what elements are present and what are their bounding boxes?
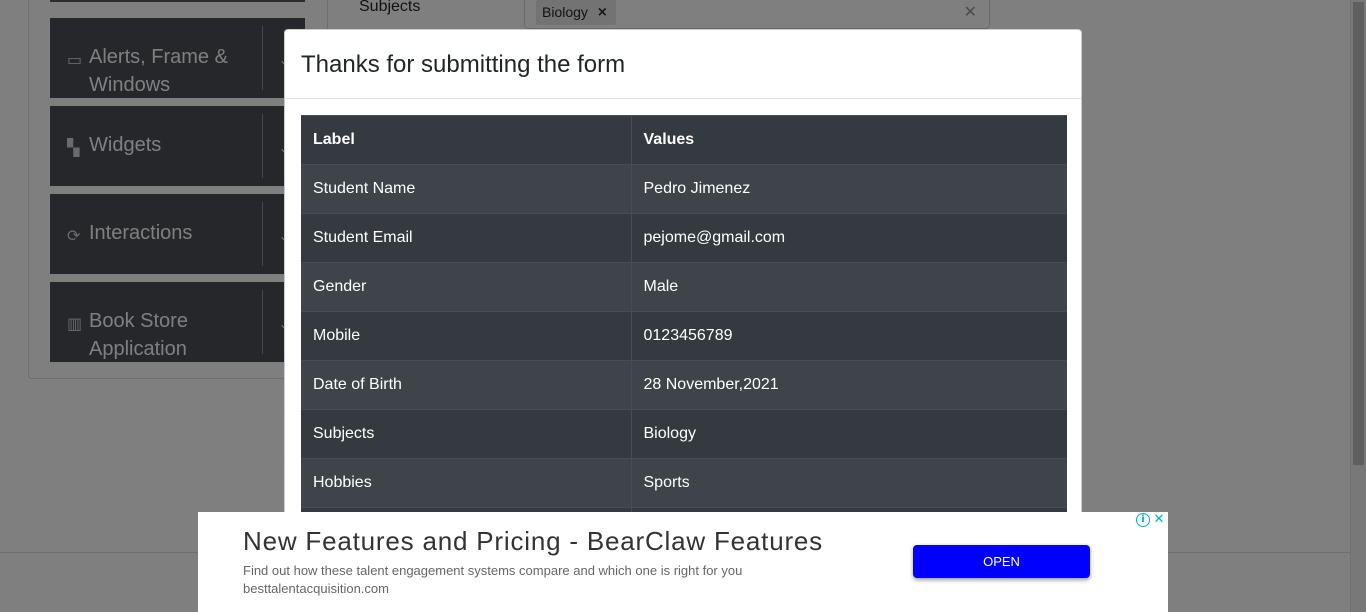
row-label: Student Name [301, 164, 632, 214]
row-label: Hobbies [301, 458, 632, 508]
ad-title[interactable]: New Features and Pricing - BearClaw Feat… [243, 526, 823, 557]
table-row: Mobile 0123456789 [301, 311, 1067, 361]
row-value: Biology [631, 409, 1067, 459]
row-value: 0123456789 [631, 311, 1067, 361]
modal-title: Thanks for submitting the form [301, 51, 626, 78]
row-value: Male [631, 262, 1067, 312]
modal-header: Thanks for submitting the form [285, 30, 1081, 99]
header-values: Values [631, 115, 1067, 165]
table-row: Student Name Pedro Jimenez [301, 164, 1067, 214]
ad-description: Find out how these talent engagement sys… [243, 563, 743, 578]
table-row: Subjects Biology [301, 409, 1067, 459]
row-label: Mobile [301, 311, 632, 361]
ad-open-button[interactable]: OPEN [913, 545, 1090, 578]
table-header-row: Label Values [301, 115, 1067, 165]
row-value: Sports [631, 458, 1067, 508]
header-label: Label [301, 115, 632, 165]
close-icon[interactable]: ✕ [1151, 512, 1167, 528]
row-value: pejome@gmail.com [631, 213, 1067, 263]
row-label: Gender [301, 262, 632, 312]
info-icon[interactable]: i [1136, 513, 1150, 527]
row-label: Student Email [301, 213, 632, 263]
modal-body: Label Values Student Name Pedro Jimenez … [301, 115, 1067, 557]
row-label: Subjects [301, 409, 632, 459]
ad-url[interactable]: besttalentacquisition.com [243, 581, 389, 596]
table-row: Date of Birth 28 November,2021 [301, 360, 1067, 410]
row-value: Pedro Jimenez [631, 164, 1067, 214]
table-row: Hobbies Sports [301, 458, 1067, 508]
ad-banner[interactable]: New Features and Pricing - BearClaw Feat… [198, 512, 1168, 612]
table-row: Student Email pejome@gmail.com [301, 213, 1067, 263]
row-value: 28 November,2021 [631, 360, 1067, 410]
table-row: Gender Male [301, 262, 1067, 312]
row-label: Date of Birth [301, 360, 632, 410]
results-table: Label Values Student Name Pedro Jimenez … [301, 115, 1067, 557]
